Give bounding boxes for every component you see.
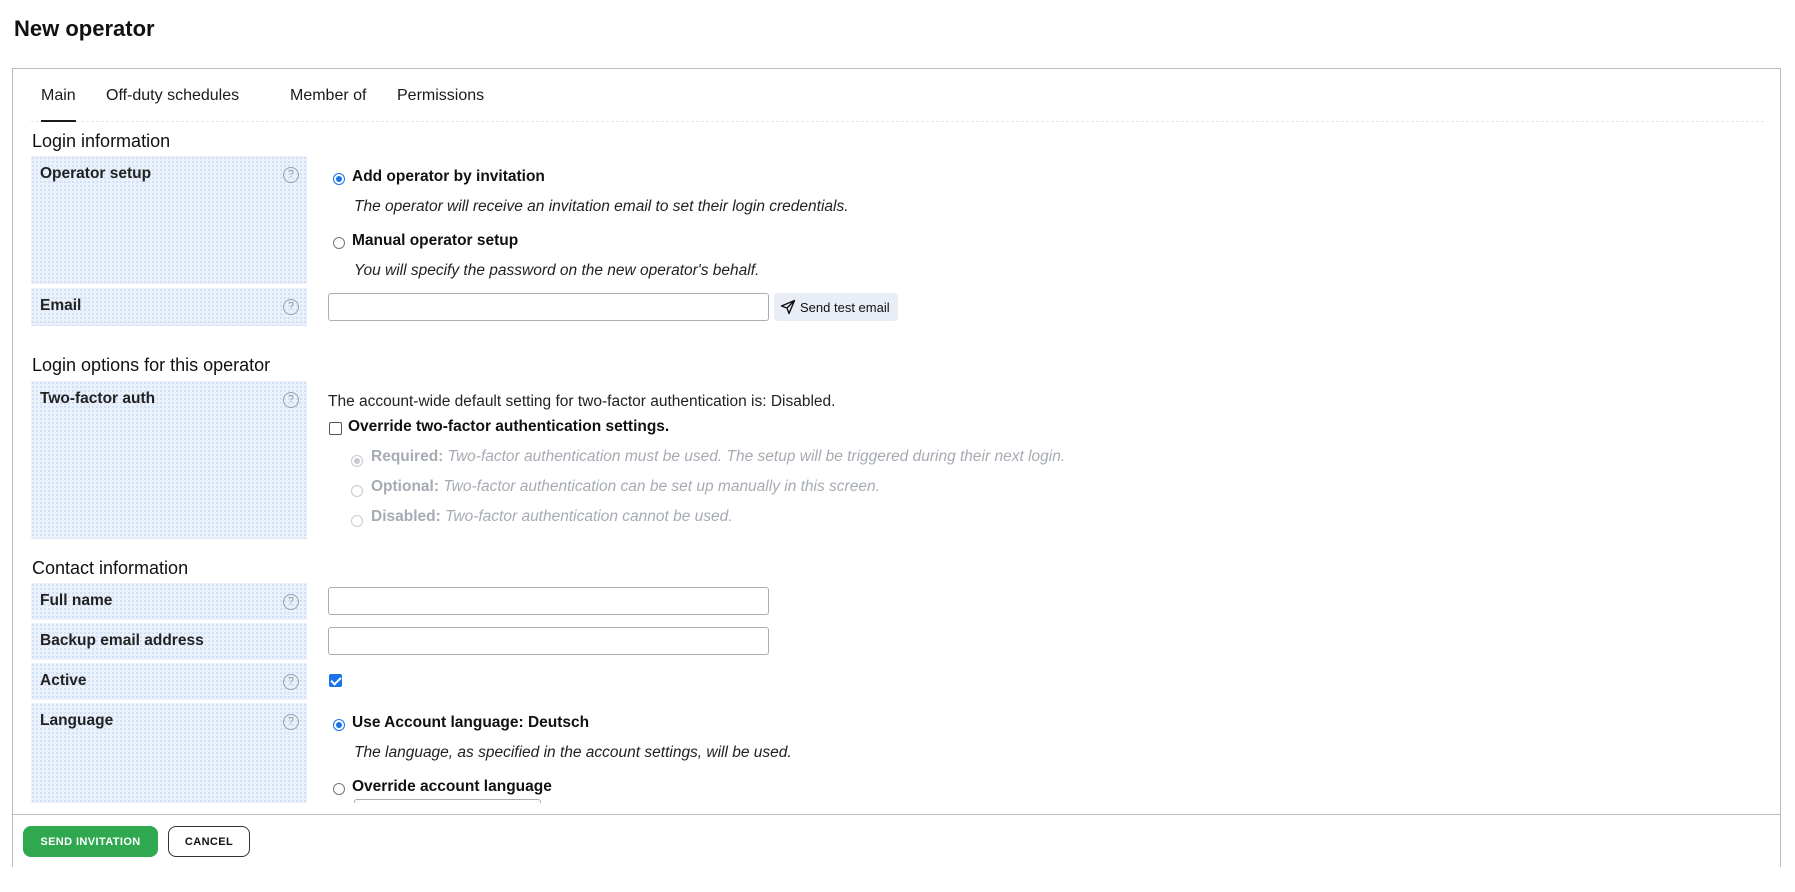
- operator-form-panel: Main Off-duty schedules Member of Permis…: [12, 68, 1781, 868]
- language-label-cell: Language ?: [31, 703, 307, 803]
- paper-plane-icon: [780, 299, 796, 315]
- language-account-label[interactable]: Use Account language: Deutsch: [352, 714, 589, 732]
- language-account-radio[interactable]: [333, 719, 345, 731]
- active-checkbox[interactable]: [329, 674, 342, 687]
- operator-setup-invitation-label[interactable]: Add operator by invitation: [352, 168, 545, 186]
- two-factor-disabled-description: Two-factor authentication cannot be used…: [445, 508, 733, 525]
- send-test-email-button[interactable]: Send test email: [774, 293, 898, 321]
- full-name-label-cell: Full name ?: [31, 583, 307, 620]
- form-content: Login information Operator setup ? Add o…: [31, 121, 1764, 803]
- email-label-cell: Email ?: [31, 288, 307, 326]
- backup-email-label: Backup email address: [40, 632, 204, 649]
- language-label: Language: [40, 712, 114, 729]
- backup-email-field[interactable]: [328, 627, 769, 655]
- two-factor-required-description: Two-factor authentication must be used. …: [447, 448, 1066, 465]
- two-factor-label-cell: Two-factor auth ?: [31, 381, 307, 539]
- tab-off-duty-schedules[interactable]: Off-duty schedules: [106, 87, 239, 120]
- page-title: New operator: [14, 16, 155, 41]
- language-account-description: The language, as specified in the accoun…: [354, 744, 792, 761]
- section-title-login-options: Login options for this operator: [32, 355, 271, 375]
- two-factor-required-name: Required:: [371, 448, 444, 465]
- help-icon[interactable]: ?: [283, 167, 299, 183]
- full-name-label: Full name: [40, 592, 113, 609]
- backup-email-label-cell: Backup email address: [31, 623, 307, 660]
- two-factor-required-option: Required: Two-factor authentication must…: [371, 448, 1065, 466]
- active-label: Active: [40, 672, 87, 689]
- cancel-button[interactable]: CANCEL: [168, 826, 250, 857]
- operator-setup-invitation-description: The operator will receive an invitation …: [354, 198, 849, 215]
- full-name-field[interactable]: [328, 587, 769, 615]
- two-factor-disabled-option: Disabled: Two-factor authentication cann…: [371, 508, 733, 526]
- language-override-radio[interactable]: [333, 783, 345, 795]
- tab-bar: Main Off-duty schedules Member of Permis…: [31, 69, 1764, 122]
- operator-setup-manual-description: You will specify the password on the new…: [354, 262, 760, 279]
- language-override-label[interactable]: Override account language: [352, 778, 552, 796]
- operator-setup-invitation-radio[interactable]: [333, 173, 345, 185]
- tab-permissions[interactable]: Permissions: [397, 87, 484, 120]
- section-title-contact-information: Contact information: [32, 558, 189, 578]
- help-icon[interactable]: ?: [283, 392, 299, 408]
- two-factor-default-text: The account-wide default setting for two…: [328, 393, 836, 410]
- two-factor-optional-option: Optional: Two-factor authentication can …: [371, 478, 880, 496]
- language-select[interactable]: [354, 799, 541, 803]
- help-icon[interactable]: ?: [283, 714, 299, 730]
- active-label-cell: Active ?: [31, 663, 307, 700]
- section-title-login-information: Login information: [32, 131, 171, 151]
- two-factor-disabled-name: Disabled:: [371, 508, 441, 525]
- email-label: Email: [40, 297, 82, 314]
- send-invitation-button[interactable]: SEND INVITATION: [23, 826, 158, 857]
- operator-setup-manual-radio[interactable]: [333, 237, 345, 249]
- operator-setup-label: Operator setup: [40, 165, 152, 182]
- override-two-factor-label[interactable]: Override two-factor authentication setti…: [348, 418, 669, 436]
- help-icon[interactable]: ?: [283, 594, 299, 610]
- operator-setup-label-cell: Operator setup ?: [31, 156, 307, 284]
- two-factor-optional-name: Optional:: [371, 478, 440, 495]
- form-footer: SEND INVITATION CANCEL: [13, 814, 1780, 868]
- operator-setup-manual-label[interactable]: Manual operator setup: [352, 232, 518, 250]
- override-two-factor-checkbox[interactable]: [329, 422, 342, 435]
- two-factor-disabled-radio[interactable]: [351, 515, 363, 527]
- help-icon[interactable]: ?: [283, 674, 299, 690]
- tab-main[interactable]: Main: [41, 87, 76, 122]
- two-factor-label: Two-factor auth: [40, 390, 156, 407]
- two-factor-required-radio[interactable]: [351, 455, 363, 467]
- two-factor-optional-radio[interactable]: [351, 485, 363, 497]
- help-icon[interactable]: ?: [283, 299, 299, 315]
- send-test-email-label: Send test email: [800, 299, 890, 315]
- two-factor-optional-description: Two-factor authentication can be set up …: [443, 478, 880, 495]
- email-field[interactable]: [328, 293, 769, 321]
- tab-member-of[interactable]: Member of: [290, 87, 366, 120]
